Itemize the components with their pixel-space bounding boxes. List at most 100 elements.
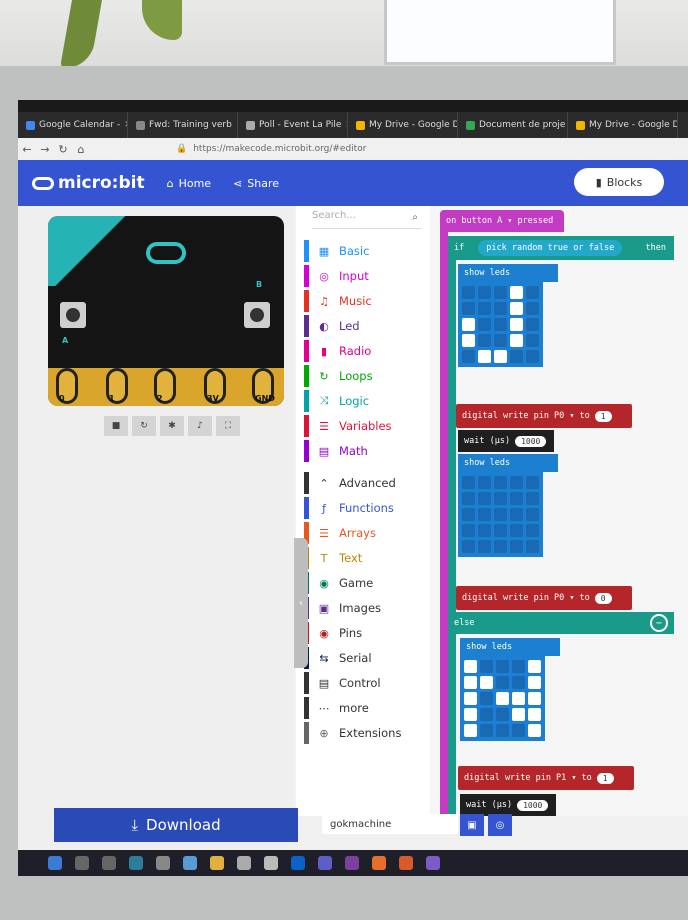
led-cell[interactable] [462,350,475,363]
led-cell[interactable] [510,286,523,299]
toolbox-category-functions[interactable]: ƒ Functions [304,497,430,519]
pin-dropdown[interactable]: P1 ▾ [556,773,577,783]
led-cell[interactable] [478,476,491,489]
led-cell[interactable] [478,302,491,315]
led-cell[interactable] [478,492,491,505]
led-grid[interactable] [460,656,545,741]
show-leds-block[interactable]: show leds [458,264,558,282]
led-cell[interactable] [528,724,541,737]
toolbox-category-images[interactable]: ▣ Images [304,597,430,619]
toolbox-category-input[interactable]: ◎ Input [304,265,430,287]
download-button[interactable]: ⤓ Download [54,808,298,842]
microbit-logo[interactable]: micro:bit [32,173,145,193]
led-grid[interactable] [458,472,543,557]
led-cell[interactable] [526,302,539,315]
home-icon[interactable]: ⌂ [72,143,90,156]
led-cell[interactable] [494,476,507,489]
button-a[interactable] [60,302,86,328]
led-cell[interactable] [526,492,539,505]
write-value[interactable]: 0 [594,592,612,604]
toolbox-category-math[interactable]: ▤ Math [304,440,430,462]
led-cell[interactable] [480,708,493,721]
led-cell[interactable] [510,476,523,489]
save-button[interactable]: ▣ [460,814,484,836]
wait-value[interactable]: 1000 [515,435,547,447]
search-icon[interactable] [75,856,89,870]
led-cell[interactable] [512,708,525,721]
toolbox-category-pins[interactable]: ◉ Pins [304,622,430,644]
browser-tab[interactable]: My Drive - Google D✕ [568,112,678,138]
led-cell[interactable] [478,318,491,331]
share-button[interactable]: ⋖ Share [233,177,279,190]
led-cell[interactable] [512,676,525,689]
back-icon[interactable]: ← [18,143,36,156]
fullscreen-icon[interactable]: ⛶ [216,416,240,436]
led-cell[interactable] [528,692,541,705]
edge-browser-icon[interactable] [129,856,143,870]
toolbox-category-radio[interactable]: ▮ Radio [304,340,430,362]
toolbox-search-input[interactable]: Search... ⌕ [312,210,422,229]
led-cell[interactable] [494,508,507,521]
led-cell[interactable] [462,334,475,347]
led-cell[interactable] [462,524,475,537]
led-cell[interactable] [462,286,475,299]
app-icon[interactable] [264,856,278,870]
led-cell[interactable] [464,692,477,705]
led-cell[interactable] [510,350,523,363]
led-cell[interactable] [480,660,493,673]
led-cell[interactable] [526,524,539,537]
toolbox-category-more[interactable]: ⋯ more [304,697,430,719]
wait-block[interactable]: wait (µs) 1000 [458,430,554,452]
calculator-icon[interactable] [156,856,170,870]
led-cell[interactable] [526,286,539,299]
pick-random-block[interactable]: pick random true or false [478,240,623,256]
led-cell[interactable] [526,350,539,363]
led-grid[interactable] [458,282,543,367]
led-cell[interactable] [526,334,539,347]
firefox-icon[interactable] [372,856,386,870]
pin-dropdown[interactable]: P0 ▾ [554,411,575,421]
led-cell[interactable] [464,676,477,689]
digital-write-block[interactable]: digital write pin P0 ▾ to 1 [456,404,632,428]
remove-else-icon[interactable]: − [650,614,668,632]
browser-tab[interactable]: Poll - Event La Pile✕ [238,112,348,138]
led-cell[interactable] [528,708,541,721]
led-cell[interactable] [510,540,523,553]
toolbox-category-arrays[interactable]: ☰ Arrays [304,522,430,544]
collapse-toolbox-handle[interactable]: ‹ [294,538,308,668]
led-cell[interactable] [510,524,523,537]
led-cell[interactable] [496,708,509,721]
toolbox-category-basic[interactable]: ▦ Basic [304,240,430,262]
led-cell[interactable] [512,724,525,737]
write-value[interactable]: 1 [596,772,614,784]
led-cell[interactable] [494,350,507,363]
toolbox-category-led[interactable]: ◐ Led [304,315,430,337]
led-cell[interactable] [512,692,525,705]
led-cell[interactable] [494,302,507,315]
toolbox-category-logic[interactable]: ⤨ Logic [304,390,430,412]
led-cell[interactable] [510,492,523,505]
led-cell[interactable] [494,492,507,505]
toolbox-category-variables[interactable]: ☰ Variables [304,415,430,437]
led-cell[interactable] [526,540,539,553]
write-value[interactable]: 1 [594,410,612,422]
project-name-input[interactable]: gokmachine [322,814,458,834]
led-cell[interactable] [526,508,539,521]
outlook-icon[interactable] [291,856,305,870]
led-cell[interactable] [462,540,475,553]
led-cell[interactable] [510,318,523,331]
led-cell[interactable] [494,540,507,553]
browser-tab[interactable]: Document de proje✕ [458,112,568,138]
led-cell[interactable] [480,724,493,737]
led-cell[interactable] [478,508,491,521]
task-view-icon[interactable] [102,856,116,870]
led-cell[interactable] [512,660,525,673]
led-cell[interactable] [478,286,491,299]
led-cell[interactable] [510,508,523,521]
led-cell[interactable] [480,692,493,705]
debug-icon[interactable]: ✱ [160,416,184,436]
led-cell[interactable] [496,692,509,705]
led-cell[interactable] [462,318,475,331]
led-cell[interactable] [462,492,475,505]
led-cell[interactable] [462,302,475,315]
